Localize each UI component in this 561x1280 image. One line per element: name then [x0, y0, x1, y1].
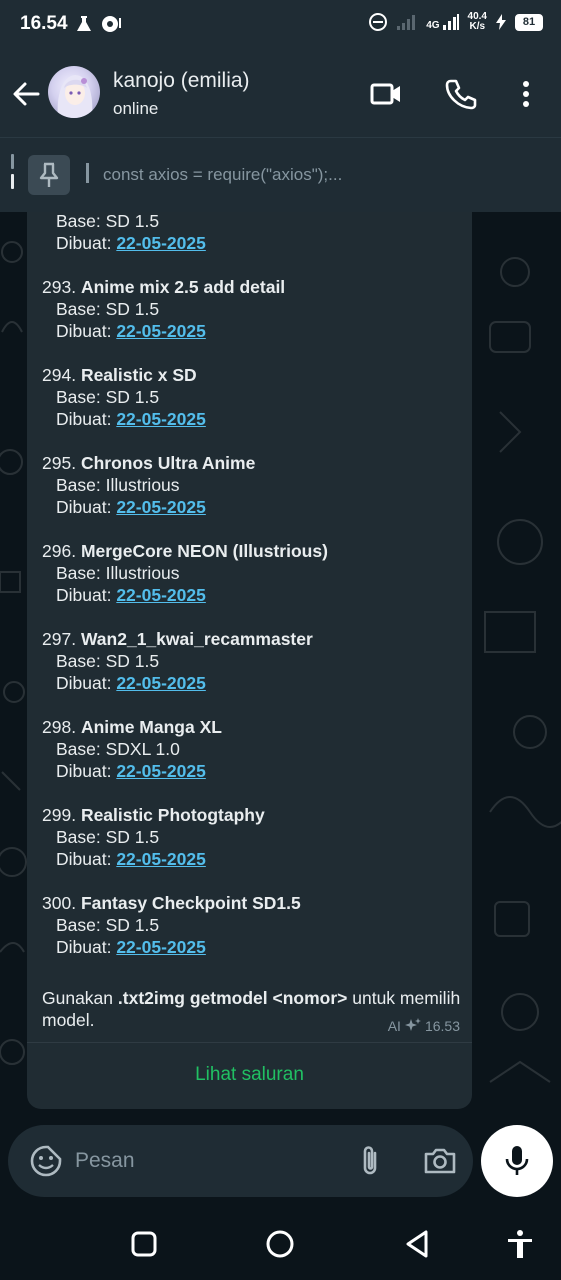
model-base: SD 1.5 — [105, 387, 160, 407]
home-icon — [266, 1230, 294, 1258]
ai-label: AI — [387, 1018, 401, 1034]
list-item: 293. Anime mix 2.5 add detail Base: SD 1… — [42, 277, 286, 341]
video-call-icon — [370, 83, 400, 105]
list-item: 295. Chronos Ultra Anime Base: Illustrio… — [42, 453, 256, 517]
date-link[interactable]: 22-05-2025 — [116, 233, 206, 253]
status-bar: 16.54 4G 40.4 K/s 81 — [0, 0, 561, 50]
chat-header: kanojo (emilia) online — [0, 50, 561, 138]
charging-icon — [496, 14, 506, 30]
date-link[interactable]: 22-05-2025 — [116, 497, 206, 517]
list-item: 296. MergeCore NEON (Illustrious) Base: … — [42, 541, 328, 605]
model-name: MergeCore NEON (Illustrious) — [80, 541, 328, 561]
message-time: 16.53 — [424, 1018, 460, 1034]
list-item: 299. Realistic Photogtaphy Base: SD 1.5 … — [42, 805, 265, 869]
pin-button[interactable] — [28, 155, 70, 195]
network-speed: 40.4 K/s — [467, 11, 487, 32]
paperclip-icon — [363, 1146, 377, 1175]
sticker-icon — [30, 1145, 62, 1177]
signal-weak-icon — [397, 15, 416, 30]
more-options-button[interactable] — [508, 76, 544, 112]
home-button[interactable] — [262, 1226, 298, 1262]
list-item: 294. Realistic x SD Base: SD 1.5 Dibuat:… — [42, 365, 206, 429]
network-type: 4G — [426, 13, 459, 31]
model-name: Wan2_1_kwai_recammaster — [80, 629, 313, 649]
avatar[interactable] — [48, 66, 100, 118]
status-right: 4G 40.4 K/s 81 — [368, 12, 543, 32]
back-nav-button[interactable] — [400, 1226, 436, 1262]
message-meta: AI 16.53 — [388, 1018, 460, 1034]
message-composer — [8, 1125, 473, 1197]
model-name: Chronos Ultra Anime — [80, 453, 256, 473]
view-channel-button[interactable]: Lihat saluran — [27, 1064, 472, 1086]
bubble-divider — [27, 1042, 472, 1043]
accessibility-icon — [508, 1230, 532, 1258]
model-base: Illustrious — [105, 563, 180, 583]
date-link[interactable]: 22-05-2025 — [116, 937, 206, 957]
voice-call-button[interactable] — [442, 76, 478, 112]
triangle-back-icon — [406, 1230, 428, 1258]
video-call-button[interactable] — [368, 76, 404, 112]
camera-button[interactable] — [421, 1143, 459, 1179]
voice-call-icon — [445, 79, 477, 110]
command-text: .txt2img getmodel <nomor> — [117, 988, 348, 1008]
date-link[interactable]: 22-05-2025 — [116, 673, 206, 693]
recents-button[interactable] — [126, 1226, 162, 1262]
message-bubble[interactable]: Base: SD 1.5 Dibuat: 22-05-2025 293. Ani… — [27, 212, 472, 1109]
recents-icon — [131, 1231, 157, 1257]
date-link[interactable]: 22-05-2025 — [116, 585, 206, 605]
model-base: SD 1.5 — [105, 651, 160, 671]
list-item: 300. Fantasy Checkpoint SD1.5 Base: SD 1… — [42, 893, 301, 957]
back-arrow-icon — [13, 82, 40, 106]
model-base: Illustrious — [105, 475, 180, 495]
ai-sparkle-icon — [404, 1018, 421, 1031]
more-options-icon — [523, 81, 529, 107]
model-base: SD 1.5 — [105, 915, 160, 935]
battery-indicator: 81 — [515, 13, 543, 31]
model-name: Anime mix 2.5 add detail — [80, 277, 286, 297]
list-item: 297. Wan2_1_kwai_recammaster Base: SD 1.… — [42, 629, 313, 693]
model-name: Anime Manga XL — [80, 717, 222, 737]
do-not-disturb-icon — [369, 13, 388, 31]
date-link[interactable]: 22-05-2025 — [116, 761, 206, 781]
model-base: SDXL 1.0 — [105, 739, 180, 759]
pin-position-indicator — [11, 154, 14, 194]
pinned-message-text[interactable]: const axios = require("axios");... — [86, 163, 342, 185]
list-item: 298. Anime Manga XL Base: SDXL 1.0 Dibua… — [42, 717, 222, 781]
date-link[interactable]: 22-05-2025 — [116, 849, 206, 869]
pinned-message-bar[interactable]: const axios = require("axios");... — [0, 138, 561, 212]
contact-name[interactable]: kanojo (emilia) — [113, 69, 250, 93]
date-link[interactable]: 22-05-2025 — [116, 321, 206, 341]
model-name: Realistic x SD — [80, 365, 197, 385]
attach-button[interactable] — [353, 1143, 389, 1179]
model-list: 293. Anime mix 2.5 add detail Base: SD 1… — [42, 276, 462, 980]
chat-bubble-icon — [102, 16, 121, 32]
contact-status: online — [113, 99, 159, 118]
camera-icon — [424, 1148, 456, 1174]
message-input[interactable] — [75, 1145, 335, 1177]
model-base: SD 1.5 — [105, 827, 160, 847]
microphone-icon — [505, 1146, 529, 1175]
back-button[interactable] — [8, 76, 44, 112]
pin-icon — [39, 162, 59, 187]
model-base: SD 1.5 — [105, 299, 160, 319]
system-navigation-bar — [0, 1208, 561, 1280]
avatar-image — [57, 75, 93, 118]
list-item: Base: SD 1.5 Dibuat: 22-05-2025 — [56, 212, 206, 253]
date-link[interactable]: 22-05-2025 — [116, 409, 206, 429]
signal-strong-icon — [442, 14, 459, 30]
model-name: Fantasy Checkpoint SD1.5 — [80, 893, 301, 913]
flask-icon — [77, 16, 91, 31]
emoji-button[interactable] — [28, 1143, 64, 1179]
voice-message-button[interactable] — [481, 1125, 553, 1197]
status-time: 16.54 — [20, 13, 68, 34]
notification-icons — [74, 14, 122, 34]
chat-area[interactable]: Base: SD 1.5 Dibuat: 22-05-2025 293. Ani… — [0, 212, 561, 1200]
model-name: Realistic Photogtaphy — [80, 805, 265, 825]
accessibility-button[interactable] — [502, 1226, 538, 1262]
